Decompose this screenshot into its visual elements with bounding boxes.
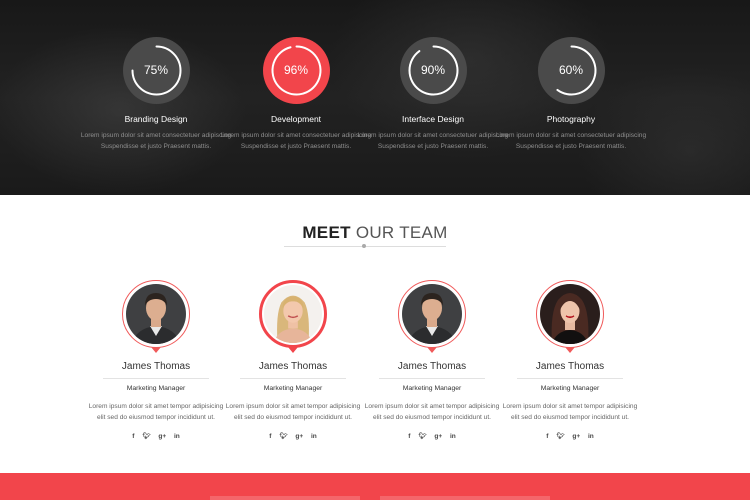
member-name: James Thomas bbox=[258, 361, 328, 372]
google-plus-icon[interactable]: g+ bbox=[434, 433, 442, 440]
avatar-frame bbox=[398, 280, 466, 353]
avatar-frame bbox=[536, 280, 604, 353]
heading-dot bbox=[362, 244, 366, 248]
twitter-icon[interactable]: 🐦︎ bbox=[279, 432, 287, 440]
twitter-icon[interactable]: 🐦︎ bbox=[556, 432, 564, 440]
divider bbox=[103, 378, 209, 379]
social-links: f 🐦︎ g+ in bbox=[213, 432, 373, 440]
member-name: James Thomas bbox=[121, 361, 191, 372]
divider bbox=[240, 378, 346, 379]
divider bbox=[379, 378, 485, 379]
member-role: Marketing Manager bbox=[540, 385, 600, 392]
team-member-card: James Thomas Marketing Manager Lorem ips… bbox=[76, 280, 236, 440]
skill-percent: 75% bbox=[143, 63, 169, 77]
skill-percent: 96% bbox=[283, 63, 309, 77]
google-plus-icon[interactable]: g+ bbox=[572, 433, 580, 440]
divider bbox=[517, 378, 623, 379]
avatar-frame bbox=[259, 280, 327, 353]
member-role: Marketing Manager bbox=[402, 385, 462, 392]
member-role: Marketing Manager bbox=[263, 385, 323, 392]
linkedin-icon[interactable]: in bbox=[450, 433, 456, 440]
social-links: f 🐦︎ g+ in bbox=[76, 432, 236, 440]
member-role: Marketing Manager bbox=[126, 385, 186, 392]
linkedin-icon[interactable]: in bbox=[311, 433, 317, 440]
linkedin-icon[interactable]: in bbox=[588, 433, 594, 440]
skill-title: Branding Design bbox=[124, 114, 188, 124]
team-member-card: James Thomas Marketing Manager Lorem ips… bbox=[352, 280, 512, 440]
cutoff-heading-fragment bbox=[380, 496, 550, 500]
facebook-icon[interactable]: f bbox=[546, 433, 548, 440]
woman-portrait-icon bbox=[264, 285, 322, 343]
twitter-icon[interactable]: 🐦︎ bbox=[418, 432, 426, 440]
team-member-card: James Thomas Marketing Manager Lorem ips… bbox=[213, 280, 373, 440]
avatar bbox=[126, 284, 186, 344]
member-name: James Thomas bbox=[535, 361, 605, 372]
member-description: Lorem ipsum dolor sit amet tempor adipis… bbox=[88, 403, 224, 421]
footer-band bbox=[0, 473, 750, 500]
skill-title: Photography bbox=[546, 114, 596, 124]
member-description: Lorem ipsum dolor sit amet tempor adipis… bbox=[225, 403, 361, 421]
heading-bold: MEET bbox=[302, 223, 351, 242]
facebook-icon[interactable]: f bbox=[269, 433, 271, 440]
skill-title: Development bbox=[270, 114, 322, 124]
skill-title: Interface Design bbox=[402, 114, 464, 124]
skill-branding-design: 75% Branding Design Lorem ipsum dolor si… bbox=[76, 37, 236, 152]
avatar bbox=[264, 285, 322, 343]
section-title: MEET OUR TEAM bbox=[0, 223, 750, 243]
avatar bbox=[540, 284, 600, 344]
member-description: Lorem ipsum dolor sit amet tempor adipis… bbox=[502, 403, 638, 421]
social-links: f 🐦︎ g+ in bbox=[352, 432, 512, 440]
skill-description: Lorem ipsum dolor sit amet consectetuer … bbox=[220, 132, 372, 150]
heading-light: OUR TEAM bbox=[355, 223, 448, 242]
skill-development: 96% Development Lorem ipsum dolor sit am… bbox=[216, 37, 376, 152]
skill-progress-ring: 96% bbox=[262, 37, 330, 104]
skill-progress-ring: 75% bbox=[122, 37, 190, 104]
skill-progress-ring: 90% bbox=[399, 37, 467, 104]
skill-progress-ring: 60% bbox=[537, 37, 605, 104]
google-plus-icon[interactable]: g+ bbox=[295, 433, 303, 440]
skill-percent: 60% bbox=[558, 63, 584, 77]
man-portrait-icon bbox=[126, 284, 186, 344]
avatar bbox=[402, 284, 462, 344]
skill-percent: 90% bbox=[420, 63, 446, 77]
linkedin-icon[interactable]: in bbox=[174, 433, 180, 440]
social-links: f 🐦︎ g+ in bbox=[490, 432, 650, 440]
cutoff-heading-fragment bbox=[210, 496, 360, 500]
avatar-frame bbox=[122, 280, 190, 353]
skill-description: Lorem ipsum dolor sit amet consectetuer … bbox=[495, 132, 647, 150]
man-portrait-icon bbox=[402, 284, 462, 344]
skill-interface-design: 90% Interface Design Lorem ipsum dolor s… bbox=[353, 37, 513, 152]
team-member-card: James Thomas Marketing Manager Lorem ips… bbox=[490, 280, 650, 440]
skills-section: 75% Branding Design Lorem ipsum dolor si… bbox=[0, 0, 750, 195]
google-plus-icon[interactable]: g+ bbox=[158, 433, 166, 440]
member-name: James Thomas bbox=[397, 361, 467, 372]
facebook-icon[interactable]: f bbox=[408, 433, 410, 440]
facebook-icon[interactable]: f bbox=[132, 433, 134, 440]
skill-photography: 60% Photography Lorem ipsum dolor sit am… bbox=[491, 37, 651, 152]
skill-description: Lorem ipsum dolor sit amet consectetuer … bbox=[357, 132, 509, 150]
twitter-icon[interactable]: 🐦︎ bbox=[142, 432, 150, 440]
woman-portrait-icon bbox=[540, 284, 600, 344]
skill-description: Lorem ipsum dolor sit amet consectetuer … bbox=[80, 132, 232, 150]
member-description: Lorem ipsum dolor sit amet tempor adipis… bbox=[364, 403, 500, 421]
